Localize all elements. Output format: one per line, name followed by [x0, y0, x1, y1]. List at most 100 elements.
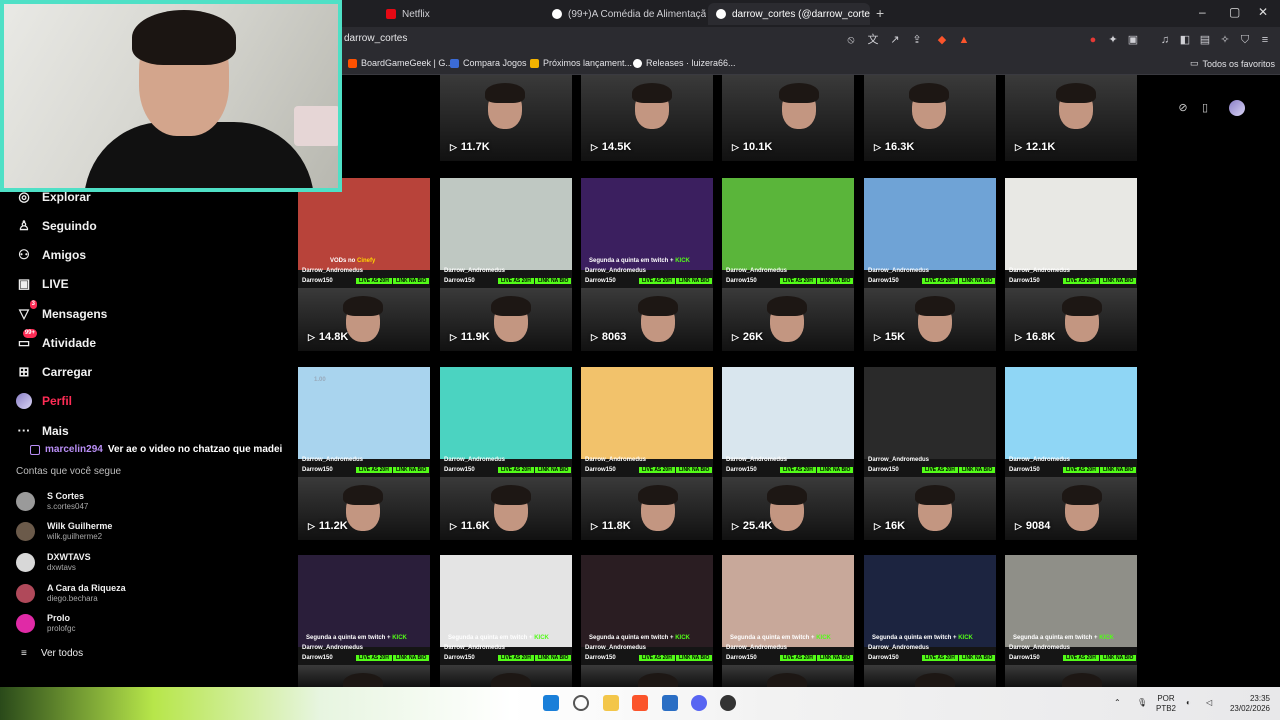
volume-icon[interactable]: ◁	[1206, 698, 1212, 708]
video-tile[interactable]: Darrow_Andromedus Darrow150 LIVE AS 20H LIN…	[1005, 367, 1137, 540]
user-avatar-icon[interactable]	[1229, 100, 1245, 116]
bookmark-label: Compara Jogos	[463, 58, 527, 68]
account-item[interactable]: DXWTAVS dxwtavs	[16, 552, 91, 573]
restore-icon[interactable]: ▢	[1229, 5, 1240, 19]
extension-record-icon[interactable]: ●	[1086, 33, 1100, 47]
share-icon[interactable]: ⇪	[910, 33, 924, 47]
microphone-icon[interactable]: 🎙	[1137, 698, 1147, 708]
input-language[interactable]: POR PTB2	[1156, 694, 1176, 714]
vpn-icon[interactable]: ⛉	[1238, 33, 1252, 47]
live-pill: LIVE AS 20H	[780, 278, 816, 284]
start-icon[interactable]	[543, 695, 559, 711]
screenshot-icon[interactable]: ▣	[1126, 33, 1140, 47]
sidebar-item-carregar[interactable]: ⊞ Carregar	[16, 364, 92, 380]
play-icon: ▷	[732, 141, 739, 152]
tab-darrow-cortes[interactable]: darrow_cortes (@darrow_cortes ✕	[708, 3, 870, 25]
video-tile[interactable]: Darrow_Andromedus Darrow150 LIVE AS 20H LIN…	[864, 178, 996, 351]
video-tile[interactable]: ▷ 14.5K	[581, 75, 713, 161]
messages-badge: 3	[29, 300, 37, 309]
bookmark-releases[interactable]: Releases · luizera66...	[633, 58, 736, 68]
comment-user[interactable]: marcelin294	[45, 444, 103, 455]
video-tile[interactable]: Darrow_Andromedus Darrow150 LIVE AS 20H LIN…	[864, 367, 996, 540]
search-icon[interactable]	[573, 695, 589, 711]
nav-label: Atividade	[42, 336, 97, 350]
video-tile[interactable]: Darrow_Andromedus Darrow150 LIVE AS 20H LIN…	[298, 178, 430, 351]
tab-comedia[interactable]: (99+)A Comédia de Alimentação e H	[544, 3, 706, 25]
tab-netflix[interactable]: Netflix	[378, 3, 542, 25]
tab-label: Netflix	[402, 8, 430, 20]
video-tile[interactable]: ▷ 16.3K	[864, 75, 996, 161]
video-tile[interactable]: Darrow_Andromedus Darrow150 LIVE AS 20H LIN…	[440, 367, 572, 540]
menu-icon[interactable]: ≡	[1258, 33, 1272, 47]
video-tile[interactable]: Darrow_Andromedus Darrow150 LIVE AS 20H LIN…	[298, 367, 430, 540]
open-external-icon[interactable]: ↗	[888, 33, 902, 47]
media-icon[interactable]: ♫	[1158, 33, 1172, 47]
video-tile[interactable]: Darrow_Andromedus Darrow150 LIVE AS 20H LIN…	[581, 555, 713, 687]
app-icon[interactable]	[662, 695, 678, 711]
sidebar-item-perfil[interactable]: Perfil	[16, 393, 72, 409]
bookmark-proximos-lancamentos[interactable]: Próximos lançament...	[530, 58, 632, 68]
extensions-icon[interactable]: ✦	[1106, 33, 1120, 47]
minimize-icon[interactable]: –	[1199, 5, 1206, 19]
wallet-icon[interactable]: ▤	[1198, 33, 1212, 47]
video-tile[interactable]: Darrow_Andromedus Darrow150 LIVE AS 20H LIN…	[1005, 178, 1137, 351]
account-item[interactable]: A Cara da Riqueza diego.bechara	[16, 583, 126, 604]
sidebar-item-live[interactable]: ▣ LIVE	[16, 276, 69, 292]
video-tile[interactable]: Darrow_Andromedus Darrow150 LIVE AS 20H LIN…	[1005, 555, 1137, 687]
leo-ai-icon[interactable]: ✧	[1218, 33, 1232, 47]
sidebar-item-mais[interactable]: ··· Mais	[16, 423, 69, 439]
network-icon[interactable]: ◐	[1186, 698, 1191, 708]
promo-text: Segunda a quinta em twitch + KICK	[306, 635, 407, 641]
video-tile[interactable]: Darrow_Andromedus Darrow150 LIVE AS 20H LIN…	[440, 178, 572, 351]
bookmark-boardgamegeek[interactable]: BoardGameGeek | G...	[348, 58, 453, 68]
translate-icon[interactable]: 文	[866, 33, 880, 47]
video-tile[interactable]: Darrow_Andromedus Darrow150 LIVE AS 20H LIN…	[722, 555, 854, 687]
video-tile[interactable]: Darrow_Andromedus Darrow150 LIVE AS 20H LIN…	[722, 178, 854, 351]
video-tile[interactable]: Darrow_Andromedus Darrow150 LIVE AS 20H LIN…	[722, 367, 854, 540]
play-icon: ▷	[732, 520, 739, 531]
video-tile[interactable]: Darrow_Andromedus Darrow150 LIVE AS 20H LIN…	[581, 367, 713, 540]
video-tile[interactable]: ▷ 10.1K	[722, 75, 854, 161]
sidebar-item-amigos[interactable]: ⚇ Amigos	[16, 247, 86, 263]
account-item[interactable]: Prolo prolofgc	[16, 613, 75, 634]
url-field[interactable]: darrow_cortes	[344, 33, 407, 44]
new-tab-button[interactable]: +	[876, 5, 884, 21]
see-all-link[interactable]: ≡ Ver todos	[21, 648, 83, 659]
video-thumbnail-top	[298, 555, 430, 647]
account-item[interactable]: S Cortes s.cortes047	[16, 491, 88, 512]
brave-rewards-icon[interactable]: ▲	[957, 33, 971, 47]
video-tile[interactable]: Darrow_Andromedus Darrow150 LIVE AS 20H LIN…	[440, 555, 572, 687]
caption-sub: Darrow150	[1009, 655, 1040, 661]
phone-icon[interactable]: ▯	[1197, 100, 1213, 116]
live-pill: LIVE AS 20H	[922, 655, 958, 661]
link-bio-pill: LINK NA BIO	[535, 278, 572, 284]
sidebar-item-seguindo[interactable]: ♙ Seguindo	[16, 218, 97, 234]
avatar	[16, 614, 35, 633]
video-tile[interactable]: ▷ 11.7K	[440, 75, 572, 161]
account-item[interactable]: Wilk Guilherme wilk.guilherme2	[16, 521, 112, 542]
video-thumbnail-bottom	[581, 665, 713, 687]
brave-shield-icon[interactable]: ◆	[935, 33, 949, 47]
sidebar-item-atividade[interactable]: ▭ 99+ Atividade	[16, 329, 97, 351]
video-tile[interactable]: Darrow_Andromedus Darrow150 LIVE AS 20H LIN…	[581, 178, 713, 351]
view-count-label: 14.5K	[601, 141, 632, 153]
video-tile[interactable]: Darrow_Andromedus Darrow150 LIVE AS 20H LIN…	[298, 555, 430, 687]
clock[interactable]: 23:35 23/02/2026	[1224, 694, 1270, 714]
bookmark-compara-jogos[interactable]: Compara Jogos	[450, 58, 527, 68]
brave-icon[interactable]	[632, 695, 648, 711]
sidebar-toggle-icon[interactable]: ◧	[1178, 33, 1192, 47]
compass-icon[interactable]: ⊘	[1175, 100, 1191, 116]
file-explorer-icon[interactable]	[603, 695, 619, 711]
video-tile[interactable]: Darrow_Andromedus Darrow150 LIVE AS 20H LIN…	[864, 555, 996, 687]
tray-chevron-icon[interactable]: ⌃	[1114, 698, 1121, 708]
caption-name: Darrow_Andromedus	[585, 457, 647, 463]
video-tile[interactable]: ▷ 12.1K	[1005, 75, 1137, 161]
discord-icon[interactable]	[691, 695, 707, 711]
caption-sub: Darrow150	[868, 278, 899, 284]
all-favorites-folder[interactable]: ▭ Todos os favoritos	[1190, 58, 1275, 69]
video-thumbnail-top	[1005, 178, 1137, 270]
reader-mode-icon[interactable]: ⦸	[844, 33, 858, 47]
close-window-icon[interactable]: ✕	[1258, 5, 1268, 19]
steam-icon[interactable]	[720, 695, 736, 711]
sidebar-item-mensagens[interactable]: ▽ 3 Mensagens	[16, 300, 107, 322]
